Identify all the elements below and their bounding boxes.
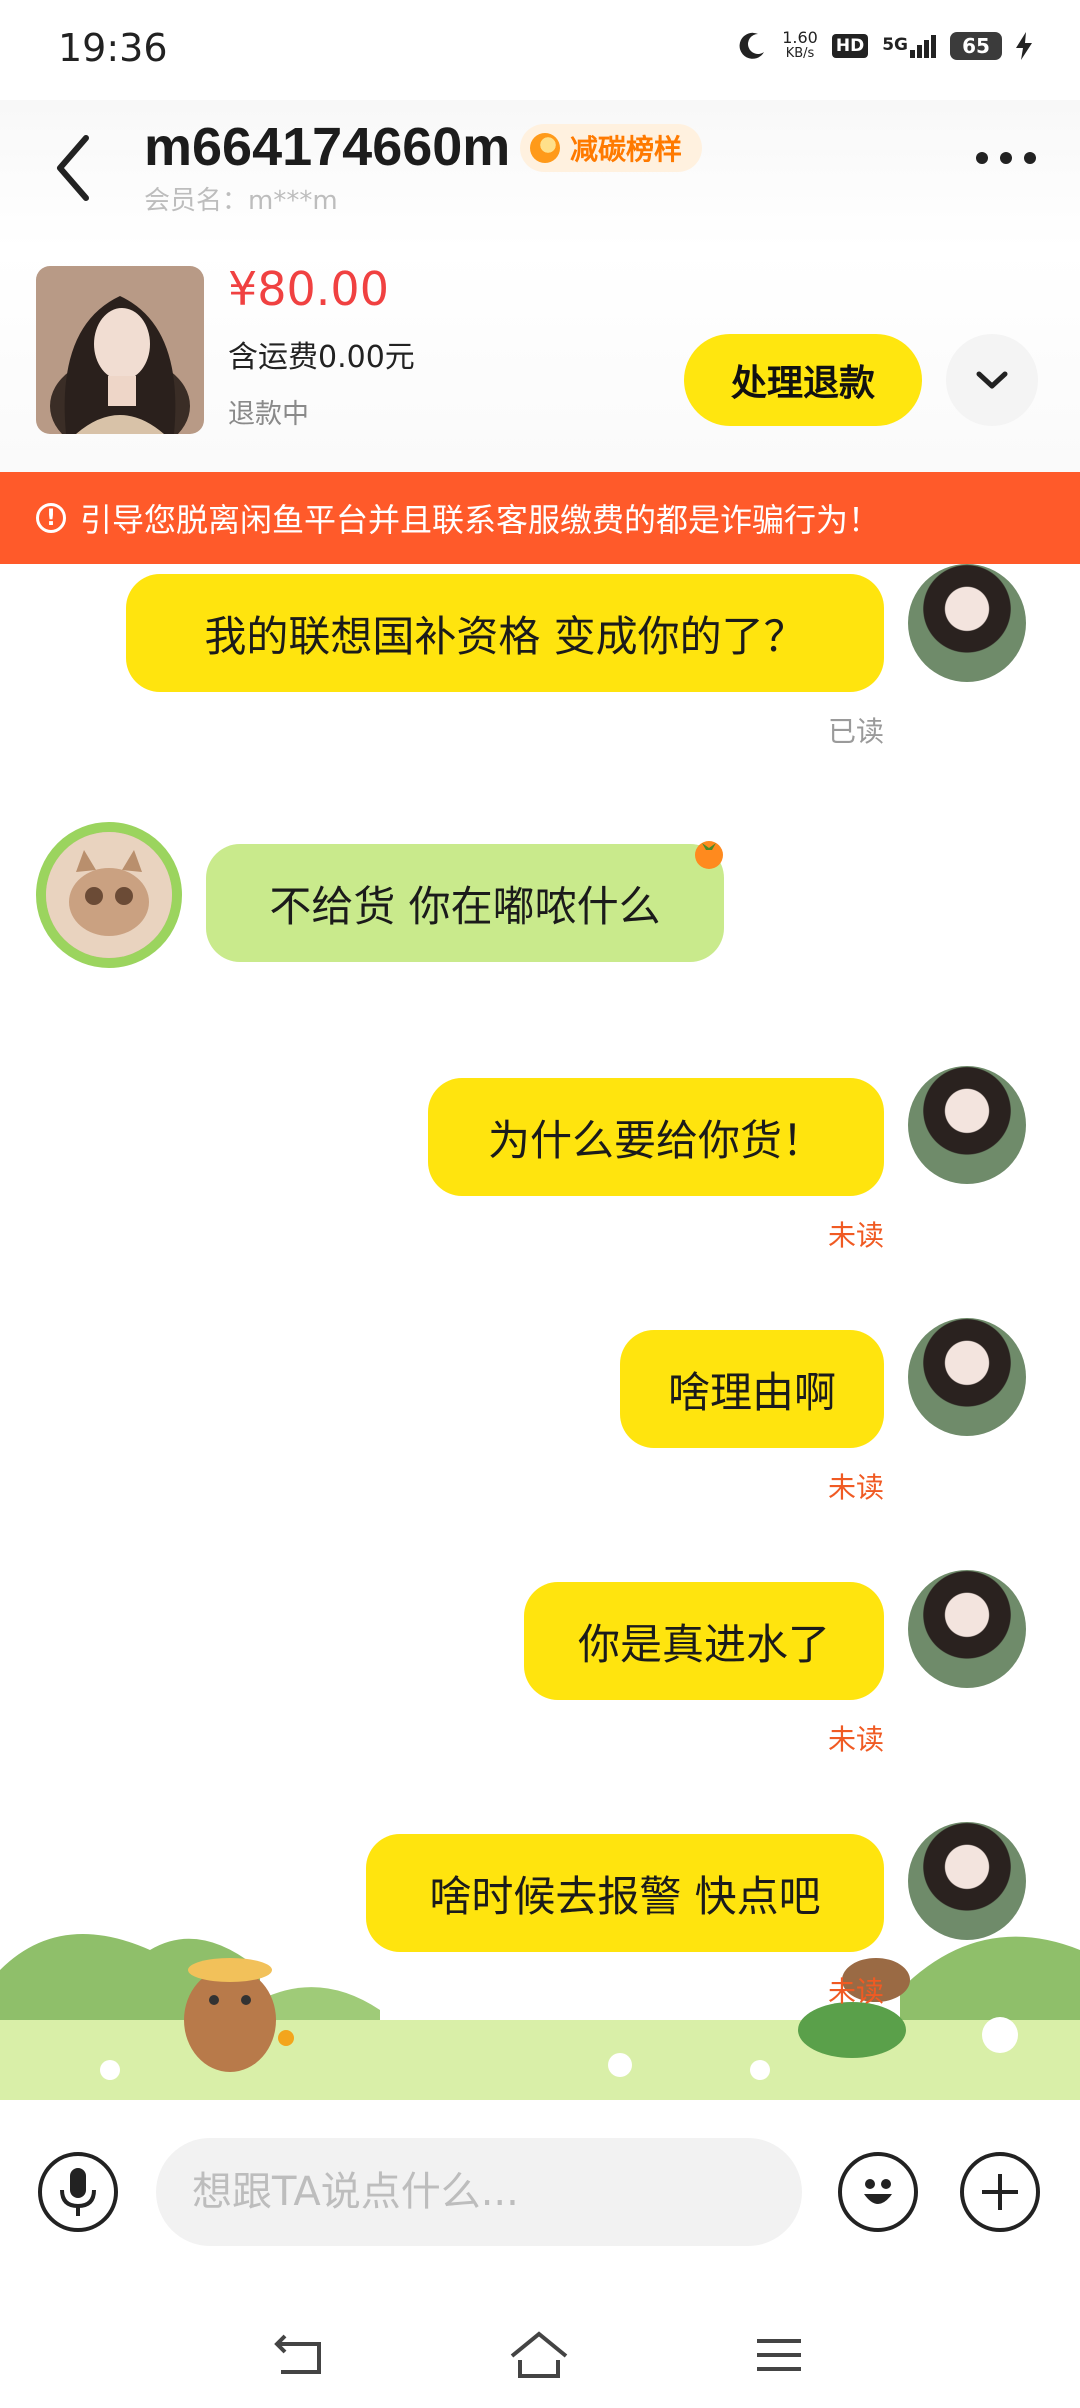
read-status: 已读	[827, 715, 884, 748]
message-bubble-out[interactable]: 为什么要给你货！	[428, 1078, 884, 1196]
my-avatar[interactable]	[908, 564, 1026, 682]
read-status: 未读	[827, 1471, 884, 1504]
voice-button[interactable]	[38, 2152, 118, 2232]
moon-icon	[739, 32, 765, 59]
net-speed-value: 1.60	[782, 28, 818, 47]
product-thumbnail[interactable]	[36, 266, 204, 434]
hd-icon: HD	[831, 34, 869, 58]
chevron-down-icon	[976, 371, 1008, 389]
plus-icon	[982, 2174, 1018, 2210]
nav-menu-button[interactable]	[744, 2320, 814, 2390]
nav-back-button[interactable]	[264, 2320, 334, 2390]
chat-title: m664174660m	[144, 117, 511, 177]
eco-badge-icon	[530, 133, 560, 163]
message-bubble-out[interactable]: 我的联想国补资格 变成你的了？	[126, 574, 884, 692]
refund-status: 退款中	[228, 399, 309, 430]
battery-icon: 65	[950, 32, 1002, 60]
read-status: 未读	[827, 1219, 884, 1252]
nav-back-icon	[274, 2334, 321, 2374]
collapse-button[interactable]	[946, 334, 1038, 426]
status-icons: 1.60 KB/s HD 5G 65	[736, 30, 1032, 62]
message-bubble-in[interactable]: 不给货 你在嘟哝什么	[206, 844, 724, 962]
emoji-icon	[864, 2179, 892, 2204]
signal-label: 5G	[882, 34, 908, 55]
emoji-button[interactable]	[838, 2152, 918, 2232]
microphone-icon	[60, 2168, 96, 2216]
charging-icon	[1016, 32, 1032, 60]
product-price: ¥80.00	[228, 262, 389, 316]
partner-avatar[interactable]	[36, 822, 182, 968]
read-status: 未读	[827, 1723, 884, 1756]
fraud-warning-text: 引导您脱离闲鱼平台并且联系客服缴费的都是诈骗行为！	[80, 501, 881, 539]
more-actions-button[interactable]	[960, 2152, 1040, 2232]
more-menu-icon[interactable]	[976, 152, 1036, 164]
menu-icon	[757, 2339, 801, 2371]
process-refund-button[interactable]: 处理退款	[684, 334, 922, 426]
net-speed: 1.60 KB/s	[782, 30, 818, 62]
system-nav-bar	[0, 2300, 1080, 2408]
message-bubble-out[interactable]: 你是真进水了	[524, 1582, 884, 1700]
chat-background-scenery	[0, 1934, 1080, 2100]
net-speed-unit: KB/s	[785, 46, 815, 61]
eco-badge[interactable]: 减碳榜样	[520, 124, 703, 172]
eco-badge-label: 减碳榜样	[570, 133, 683, 166]
message-bubble-out[interactable]: 啥理由啊	[620, 1330, 884, 1448]
my-avatar[interactable]	[908, 1570, 1026, 1688]
fraud-warning-banner: ! 引导您脱离闲鱼平台并且联系客服缴费的都是诈骗行为！	[0, 472, 1080, 564]
shipping-fee: 含运费0.00元	[228, 340, 415, 375]
message-input[interactable]	[156, 2138, 802, 2246]
member-name: 会员名：m***m	[144, 186, 338, 216]
status-bar: 19:36 1.60 KB/s HD 5G 65	[0, 0, 1080, 100]
back-arrow-icon[interactable]	[48, 128, 98, 208]
read-status: 未读	[827, 1975, 884, 2008]
my-avatar[interactable]	[908, 1318, 1026, 1436]
signal-icon: 5G	[882, 34, 936, 58]
home-icon	[510, 2331, 568, 2378]
status-time: 19:36	[58, 26, 168, 70]
warning-icon: !	[36, 503, 66, 533]
my-avatar[interactable]	[908, 1066, 1026, 1184]
persimmon-sticker-icon	[695, 841, 723, 869]
nav-home-button[interactable]	[504, 2320, 574, 2390]
